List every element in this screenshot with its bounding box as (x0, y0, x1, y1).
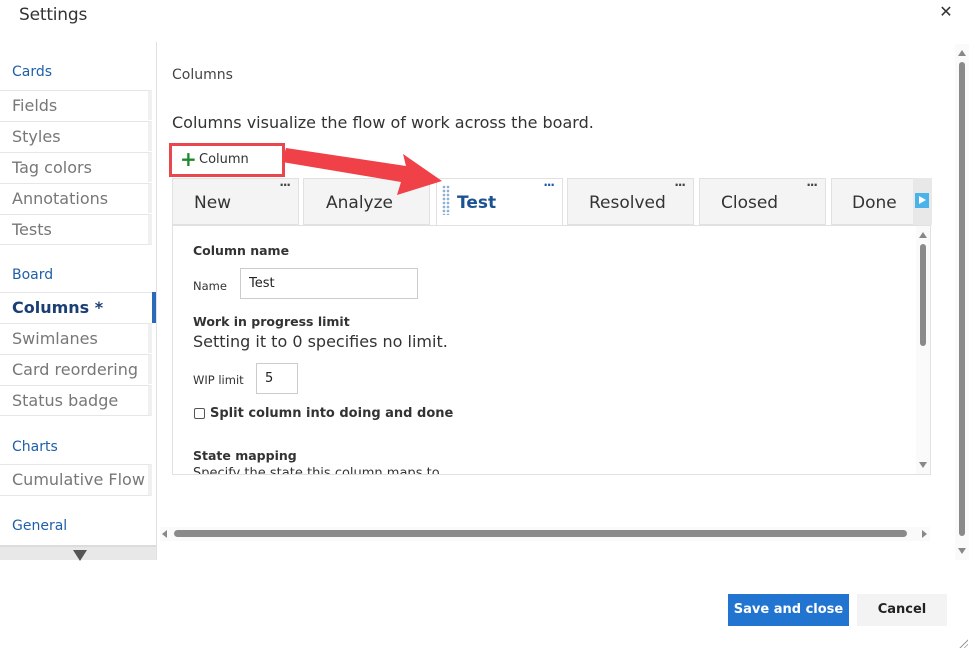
sidebar-section-cards: Cards (12, 64, 53, 80)
plus-icon: + (180, 147, 197, 171)
state-mapping-help: Specify the state this column maps to (193, 466, 440, 475)
close-icon[interactable]: ✕ (936, 2, 956, 22)
column-name-input[interactable] (240, 268, 418, 299)
sidebar-item-columns[interactable]: Columns * (0, 292, 152, 322)
tab-closed[interactable]: Closed ... (699, 178, 826, 225)
save-and-close-button[interactable]: Save and close (728, 594, 849, 626)
scroll-up-icon[interactable] (958, 50, 966, 56)
name-label: Name (193, 279, 227, 293)
more-icon[interactable]: ... (674, 178, 686, 189)
sidebar-item-card-reordering[interactable]: Card reordering (0, 354, 152, 384)
column-name-heading: Column name (193, 243, 290, 258)
sidebar-item-cumulative-flow[interactable]: Cumulative Flow (0, 464, 152, 496)
annotation-arrow-shape (282, 148, 442, 195)
tab-test[interactable]: Test ... (436, 178, 563, 226)
split-column-checkbox[interactable] (194, 408, 205, 419)
more-icon[interactable]: ... (543, 178, 555, 189)
horizontal-scrollbar[interactable] (160, 527, 930, 541)
sidebar-item-swimlanes[interactable]: Swimlanes (0, 323, 152, 353)
sidebar-item-annotations[interactable]: Annotations (0, 183, 152, 213)
sidebar-section-general: General (12, 518, 68, 534)
wip-heading: Work in progress limit (193, 314, 350, 329)
sidebar-scroll-down[interactable] (0, 545, 156, 561)
split-column-label: Split column into doing and done (210, 406, 454, 421)
triangle-down-icon (73, 550, 87, 561)
tab-label: Done (852, 193, 897, 213)
sidebar-item-tag-colors[interactable]: Tag colors (0, 152, 152, 182)
sidebar-item-fields[interactable]: Fields (0, 90, 152, 120)
scroll-left-icon[interactable] (162, 530, 167, 538)
tab-label: Test (457, 193, 497, 213)
panel-vertical-scrollbar[interactable] (916, 226, 930, 474)
tab-label: New (194, 193, 232, 213)
sidebar-item-status-badge[interactable]: Status badge (0, 385, 152, 416)
scroll-up-icon[interactable] (919, 232, 927, 238)
tab-done[interactable]: Done (831, 178, 921, 225)
sidebar-section-board: Board (12, 267, 54, 283)
tab-label: Closed (721, 193, 779, 213)
add-column-label: Column (199, 152, 249, 167)
scroll-thumb[interactable] (174, 530, 907, 537)
scroll-down-icon[interactable] (919, 462, 927, 468)
cancel-button[interactable]: Cancel (857, 594, 947, 626)
next-arrow-icon (915, 193, 929, 208)
state-mapping-heading: State mapping (193, 448, 297, 463)
sidebar-item-tests[interactable]: Tests (0, 214, 152, 245)
column-settings-panel: Column name Name Work in progress limit … (172, 225, 931, 475)
scroll-thumb[interactable] (920, 244, 926, 346)
dialog-vertical-scrollbar[interactable] (955, 44, 969, 560)
wip-limit-label: WIP limit (193, 373, 244, 387)
scroll-right-icon[interactable] (922, 530, 927, 538)
page-breadcrumb: Columns (172, 67, 233, 83)
more-icon[interactable]: ... (806, 178, 818, 189)
sidebar-item-styles[interactable]: Styles (0, 121, 152, 151)
sidebar-section-charts: Charts (12, 439, 58, 455)
scroll-down-icon[interactable] (958, 548, 966, 554)
wip-help-text: Setting it to 0 specifies no limit. (193, 332, 448, 351)
tabs-scroll-right[interactable] (913, 178, 932, 225)
tab-resolved[interactable]: Resolved ... (567, 178, 694, 225)
sidebar: Cards Fields Styles Tag colors Annotatio… (0, 42, 156, 561)
annotation-arrow (282, 148, 442, 195)
wip-limit-input[interactable] (256, 363, 298, 394)
add-column-button[interactable]: + Column (169, 143, 285, 177)
tab-label: Resolved (589, 193, 666, 213)
resize-grip-icon[interactable] (958, 638, 968, 648)
scroll-thumb[interactable] (959, 62, 965, 536)
sidebar-divider (156, 42, 157, 560)
dialog-title: Settings (19, 5, 88, 25)
page-description: Columns visualize the flow of work acros… (172, 113, 594, 132)
